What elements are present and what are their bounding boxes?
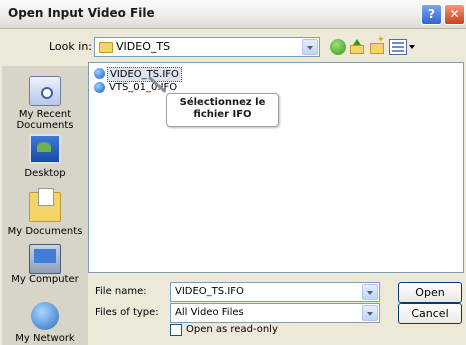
my-documents-icon — [29, 188, 61, 222]
file-item-name: VIDEO_TS.IFO — [107, 67, 182, 82]
place-my-network[interactable]: My Network — [2, 302, 88, 345]
new-folder-icon[interactable] — [369, 35, 385, 55]
place-label: My Documents — [7, 226, 83, 237]
open-file-dialog: Open Input Video File ? ✕ Look in: VIDEO… — [0, 0, 466, 345]
open-button[interactable]: Open — [398, 282, 462, 303]
place-my-computer[interactable]: My Computer — [2, 244, 88, 290]
file-type-value: All Video Files — [175, 307, 244, 318]
place-my-recent-documents[interactable]: My Recent Documents — [2, 76, 88, 136]
cancel-button-label: Cancel — [411, 307, 449, 320]
place-my-documents[interactable]: My Documents — [2, 187, 88, 237]
file-name-combo[interactable]: VIDEO_TS.IFO — [170, 282, 380, 302]
place-label: Documents — [16, 120, 74, 131]
chevron-down-icon[interactable] — [362, 305, 378, 321]
look-in-dropdown[interactable]: VIDEO_TS — [94, 37, 320, 57]
place-desktop[interactable]: Desktop — [2, 134, 88, 180]
callout-line-2: fichier IFO — [193, 109, 252, 120]
back-arrow-icon[interactable] — [330, 39, 346, 55]
ifo-file-icon — [94, 68, 105, 79]
my-computer-icon — [29, 244, 61, 274]
place-label: My Computer — [11, 274, 79, 285]
look-in-label: Look in: — [49, 40, 92, 53]
desktop-icon — [29, 134, 61, 164]
title-bar[interactable]: Open Input Video File ? ✕ — [0, 0, 466, 29]
places-bar: My Recent Documents Desktop My Documents… — [2, 66, 88, 345]
place-label: Desktop — [24, 168, 66, 179]
look-in-value: VIDEO_TS — [116, 40, 171, 53]
readonly-checkbox[interactable] — [170, 324, 182, 336]
callout-line-1: Sélectionnez le — [179, 97, 266, 108]
file-item-name: VTS_01_0.IFO — [109, 82, 178, 93]
file-type-select[interactable]: All Video Files — [170, 303, 380, 323]
chevron-down-icon[interactable] — [302, 39, 318, 55]
cancel-button[interactable]: Cancel — [398, 303, 462, 324]
close-button[interactable]: ✕ — [444, 4, 465, 25]
callout-annotation: Sélectionnez le fichier IFO — [166, 93, 279, 127]
up-folder-icon[interactable] — [349, 39, 365, 55]
open-button-label: Open — [415, 286, 445, 299]
readonly-label[interactable]: Open as read-only — [186, 324, 278, 335]
recent-documents-icon — [29, 76, 61, 106]
help-button[interactable]: ? — [421, 4, 442, 25]
my-network-icon — [31, 302, 59, 330]
file-name-label: File name: — [95, 286, 147, 297]
ifo-file-icon — [94, 82, 105, 93]
folder-icon — [99, 42, 113, 53]
place-label: My Network — [15, 333, 75, 344]
place-label: My Recent — [18, 109, 72, 120]
file-type-label: Files of type: — [95, 307, 159, 318]
views-dropdown-arrow-icon[interactable] — [409, 45, 415, 49]
views-menu-icon[interactable] — [389, 39, 407, 55]
window-title: Open Input Video File — [8, 6, 155, 20]
chevron-down-icon[interactable] — [362, 284, 378, 300]
file-name-value: VIDEO_TS.IFO — [175, 286, 244, 297]
